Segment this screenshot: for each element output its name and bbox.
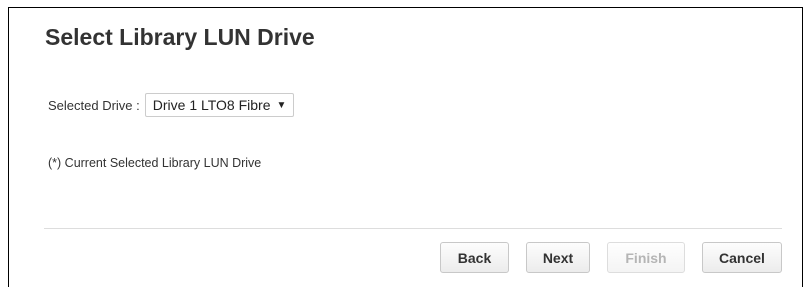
back-button[interactable]: Back [440,242,509,273]
finish-button[interactable]: Finish [607,242,685,273]
page: Select Library LUN Drive Selected Drive … [0,0,803,287]
selected-drive-value: Drive 1 LTO8 Fibre [152,97,271,113]
dropdown-caret-icon: ▼ [276,99,287,111]
divider [44,228,782,229]
dialog-panel: Select Library LUN Drive Selected Drive … [8,7,803,287]
dialog-title: Select Library LUN Drive [45,24,315,50]
current-selection-note: (*) Current Selected Library LUN Drive [48,156,262,170]
selected-drive-label: Selected Drive : [48,97,140,113]
next-button[interactable]: Next [526,242,590,273]
cancel-button[interactable]: Cancel [702,242,782,273]
selected-drive-row: Selected Drive : Drive 1 LTO8 Fibre ▼ [48,92,295,118]
selected-drive-select[interactable]: Drive 1 LTO8 Fibre ▼ [144,93,295,117]
